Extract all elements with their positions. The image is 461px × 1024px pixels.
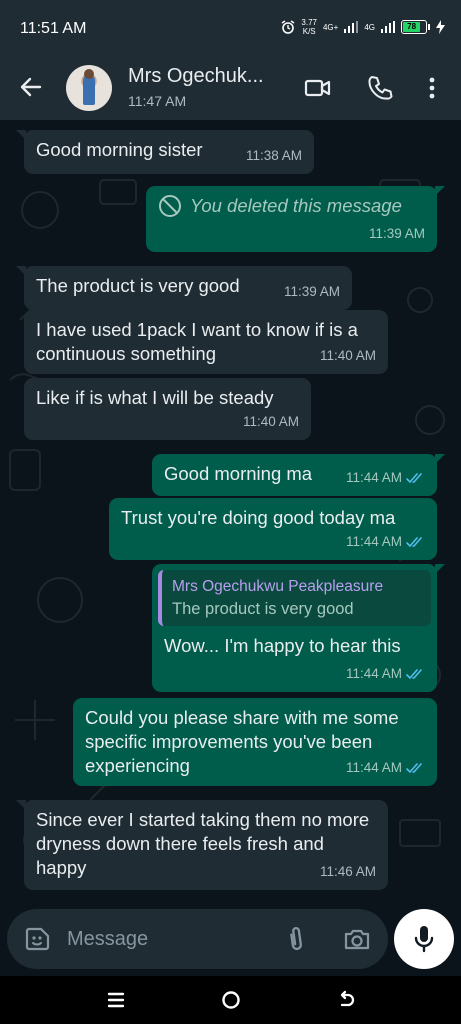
signal-1-icon	[344, 21, 359, 33]
back-arrow-icon[interactable]	[18, 74, 44, 100]
contact-name[interactable]: Mrs Ogechuk...	[128, 65, 264, 88]
recent-apps-icon[interactable]	[104, 988, 128, 1012]
message-incoming[interactable]: I have used 1pack I want to know if is a…	[24, 310, 388, 374]
message-text: Trust you're doing good today ma	[121, 507, 396, 528]
message-time: 11:39 AM	[368, 226, 425, 241]
message-composer: Message	[0, 906, 461, 976]
sim2-type: 4G	[364, 22, 375, 32]
chat-header: Mrs Ogechuk... 11:47 AM	[0, 56, 461, 120]
attach-icon[interactable]	[283, 925, 309, 953]
status-bar: 11:51 AM 3.77 K/S 4G+ 4G 78	[0, 0, 461, 56]
message-text: Good morning sister	[36, 139, 203, 160]
mic-icon	[414, 926, 434, 953]
message-text: Wow... I'm happy to hear this	[164, 635, 401, 656]
message-text: Good morning ma	[164, 463, 313, 484]
battery-level: 78	[403, 22, 421, 32]
message-text: You deleted this message	[190, 195, 402, 216]
message-outgoing[interactable]: Could you please share with me some spec…	[73, 698, 437, 786]
system-nav-bar	[0, 976, 461, 1024]
voice-record-button[interactable]	[394, 909, 454, 969]
charging-icon	[436, 20, 445, 34]
battery-icon: 78	[401, 20, 430, 34]
video-call-icon[interactable]	[304, 74, 332, 102]
sim1-type: 4G+	[322, 22, 339, 32]
message-time: 11:44 AM	[346, 530, 425, 554]
message-incoming[interactable]: Like if is what I will be steady 11:40 A…	[24, 378, 311, 440]
read-ticks-icon	[406, 669, 422, 680]
nav-back-icon[interactable]	[334, 988, 358, 1012]
read-ticks-icon	[406, 763, 422, 774]
avatar[interactable]	[66, 65, 112, 111]
status-time: 11:51 AM	[20, 20, 87, 37]
deleted-icon	[159, 195, 181, 217]
home-icon[interactable]	[219, 988, 243, 1012]
message-time: 11:40 AM	[319, 348, 376, 363]
quoted-message[interactable]: Mrs Ogechukwu Peakpleasure The product i…	[158, 570, 431, 626]
last-seen: 11:47 AM	[128, 93, 187, 109]
message-text: Like if is what I will be steady	[36, 387, 274, 408]
chat-area[interactable]: Good morning sister 11:38 AM You deleted…	[0, 120, 461, 906]
message-text: The product is very good	[36, 275, 240, 296]
voice-call-icon[interactable]	[366, 74, 394, 102]
more-options-icon[interactable]	[420, 74, 444, 102]
message-outgoing-deleted[interactable]: You deleted this message 11:39 AM	[146, 186, 445, 252]
message-input[interactable]: Message	[7, 909, 388, 969]
alarm-icon	[282, 20, 295, 34]
message-incoming[interactable]: Since ever I started taking them no more…	[16, 800, 388, 890]
read-ticks-icon	[406, 473, 422, 484]
signal-2-icon	[381, 21, 395, 33]
quoted-author: Mrs Ogechukwu Peakpleasure	[172, 578, 384, 595]
status-indicators: 3.77 K/S 4G+ 4G 78	[281, 18, 445, 36]
quoted-text: The product is very good	[172, 600, 354, 618]
camera-icon[interactable]	[343, 926, 371, 952]
message-time: 11:39 AM	[283, 284, 340, 299]
message-outgoing-reply[interactable]: Mrs Ogechukwu Peakpleasure The product i…	[152, 564, 445, 692]
message-placeholder: Message	[67, 928, 149, 950]
message-outgoing[interactable]: Good morning ma 11:44 AM	[152, 454, 445, 496]
message-time: 11:40 AM	[242, 414, 299, 429]
message-incoming[interactable]: Good morning sister 11:38 AM	[16, 130, 314, 174]
read-ticks-icon	[406, 537, 422, 548]
message-time: 11:46 AM	[319, 864, 376, 879]
net-speed: 3.77 K/S	[301, 18, 317, 36]
message-time: 11:38 AM	[245, 148, 302, 163]
message-outgoing[interactable]: Trust you're doing good today ma 11:44 A…	[109, 498, 437, 560]
message-time: 11:44 AM	[346, 662, 425, 686]
message-time: 11:44 AM	[346, 756, 425, 780]
message-time: 11:44 AM	[346, 466, 425, 490]
emoji-sticker-icon[interactable]	[25, 926, 51, 952]
message-incoming[interactable]: The product is very good 11:39 AM	[16, 266, 352, 310]
